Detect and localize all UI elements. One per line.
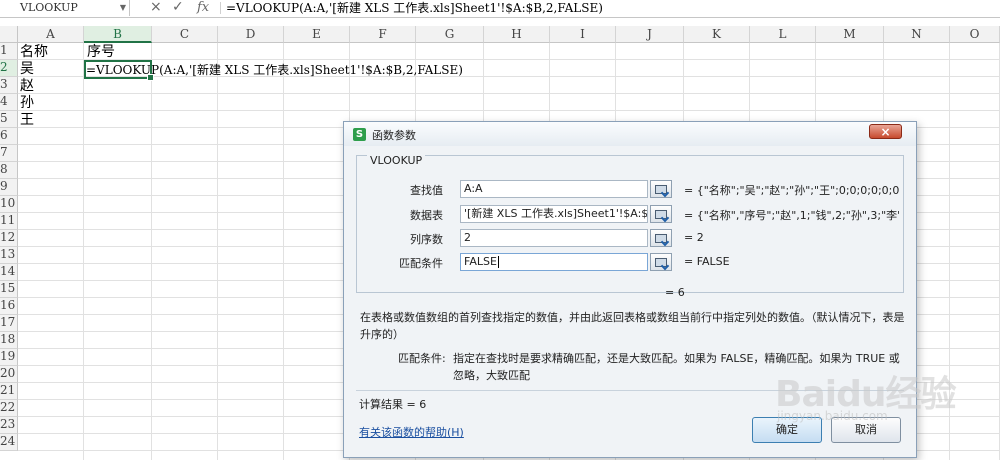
- gridline: [83, 43, 84, 460]
- divider: [356, 390, 904, 391]
- param-result-table-array: = {"名称","序号";"赵",1;"钱",2;"孙",3;"李",4;...: [684, 209, 899, 222]
- ok-button[interactable]: 确定: [752, 417, 822, 443]
- param-label-table-array: 数据表: [410, 209, 443, 222]
- param-result-lookup-value: = {"名称";"吴";"赵";"孙";"王";0;0;0;0;0;0;0...: [684, 184, 899, 197]
- cell-a5[interactable]: 王: [20, 112, 34, 128]
- gridline: [18, 110, 1000, 111]
- column-header-d[interactable]: D: [218, 26, 284, 43]
- param-input-lookup-value[interactable]: A:A: [460, 180, 648, 198]
- name-box-text: VLOOKUP: [20, 1, 78, 14]
- param-label-col-index: 列序数: [410, 233, 443, 246]
- name-box[interactable]: VLOOKUP ▼: [0, 0, 130, 16]
- column-header-g[interactable]: G: [416, 26, 484, 43]
- row-header-10[interactable]: 10: [0, 196, 18, 213]
- column-header-f[interactable]: F: [350, 26, 416, 43]
- param-description-text: 指定在查找时是要求精确匹配，还是大致匹配。如果为 FALSE，精确匹配。如果为 …: [453, 352, 900, 382]
- row-header-17[interactable]: 17: [0, 315, 18, 332]
- formula-separator: [220, 2, 221, 14]
- row-header-3[interactable]: 3: [0, 77, 18, 94]
- fx-icon[interactable]: fx: [197, 0, 209, 16]
- row-header-22[interactable]: 22: [0, 400, 18, 417]
- row-header-7[interactable]: 7: [0, 145, 18, 162]
- help-link[interactable]: 有关该函数的帮助(H): [359, 424, 464, 440]
- dialog-titlebar[interactable]: S 函数参数 ×: [344, 122, 916, 146]
- column-header-a[interactable]: A: [18, 26, 84, 43]
- range-select-icon[interactable]: [650, 253, 672, 271]
- param-result-col-index: = 2: [684, 231, 704, 244]
- row-header-20[interactable]: 20: [0, 366, 18, 383]
- row-header-18[interactable]: 18: [0, 332, 18, 349]
- param-input-table-array[interactable]: '[新建 XLS 工作表.xls]Sheet1'!$A:$B: [460, 205, 648, 223]
- row-header-8[interactable]: 8: [0, 162, 18, 179]
- column-header-i[interactable]: I: [550, 26, 616, 43]
- row-header-11[interactable]: 11: [0, 213, 18, 230]
- row-header-16[interactable]: 16: [0, 298, 18, 315]
- gridline: [18, 93, 1000, 94]
- row-header-5[interactable]: 5: [0, 111, 18, 128]
- formula-bar: VLOOKUP ▼ × ✓ fx =VLOOKUP(A:A,'[新建 XLS 工…: [0, 0, 1000, 18]
- column-header-n[interactable]: N: [884, 26, 950, 43]
- gridline: [18, 59, 1000, 60]
- row-header-24[interactable]: 24: [0, 434, 18, 451]
- gridline: [217, 43, 218, 460]
- row-header-4[interactable]: 4: [0, 94, 18, 111]
- range-lookup-value: FALSE: [464, 255, 497, 268]
- row-header-19[interactable]: 19: [0, 349, 18, 366]
- cell-b1[interactable]: 序号: [87, 44, 115, 60]
- gridline: [151, 43, 152, 460]
- wps-logo-icon: S: [353, 128, 366, 141]
- function-arguments-dialog: S 函数参数 × VLOOKUP 查找值 A:A = {"名称";"吴";"赵"…: [343, 121, 917, 458]
- cell-a3[interactable]: 赵: [20, 78, 34, 94]
- row-header-2[interactable]: 2: [0, 60, 18, 77]
- param-label-lookup-value: 查找值: [410, 184, 443, 197]
- param-label-range-lookup: 匹配条件: [399, 257, 443, 270]
- calc-result: 计算结果 = 6: [359, 398, 427, 411]
- enter-icon[interactable]: ✓: [172, 0, 184, 16]
- select-all-corner[interactable]: [0, 26, 18, 43]
- range-select-icon[interactable]: [650, 205, 672, 223]
- column-header-k[interactable]: K: [684, 26, 750, 43]
- row-header-13[interactable]: 13: [0, 247, 18, 264]
- cell-a1[interactable]: 名称: [20, 44, 48, 60]
- formula-input[interactable]: =VLOOKUP(A:A,'[新建 XLS 工作表.xls]Sheet1'!$A…: [226, 0, 603, 16]
- column-header-m[interactable]: M: [816, 26, 884, 43]
- params-group: VLOOKUP 查找值 A:A = {"名称";"吴";"赵";"孙";"王";…: [356, 154, 904, 293]
- dialog-title: 函数参数: [372, 129, 416, 142]
- param-input-range-lookup[interactable]: FALSE: [460, 253, 648, 271]
- column-header-o[interactable]: O: [950, 26, 1000, 43]
- cell-a2[interactable]: 吴: [20, 61, 34, 77]
- row-header-14[interactable]: 14: [0, 264, 18, 281]
- row-header-12[interactable]: 12: [0, 230, 18, 247]
- close-button[interactable]: ×: [869, 124, 902, 139]
- chevron-down-icon[interactable]: ▼: [120, 0, 126, 16]
- formula-result-preview: = 6: [665, 286, 685, 299]
- row-header-1[interactable]: 1: [0, 43, 18, 60]
- range-select-icon[interactable]: [650, 229, 672, 247]
- cancel-button[interactable]: 取消: [831, 417, 901, 443]
- param-result-range-lookup: = FALSE: [684, 255, 730, 268]
- gridline: [949, 43, 950, 460]
- column-header-e[interactable]: E: [284, 26, 350, 43]
- function-description: 在表格或数值数组的首列查找指定的数值，并由此返回表格或数组当前行中指定列处的数值…: [360, 311, 905, 341]
- column-header-b[interactable]: B: [84, 26, 152, 43]
- gridline: [283, 43, 284, 460]
- column-header-j[interactable]: J: [616, 26, 684, 43]
- param-input-col-index[interactable]: 2: [460, 229, 648, 247]
- column-header-l[interactable]: L: [750, 26, 816, 43]
- text-caret: [497, 256, 499, 268]
- row-header-9[interactable]: 9: [0, 179, 18, 196]
- column-header-h[interactable]: H: [484, 26, 550, 43]
- column-header-c[interactable]: C: [152, 26, 218, 43]
- function-name: VLOOKUP: [367, 154, 426, 167]
- row-header-6[interactable]: 6: [0, 128, 18, 145]
- cell-b2[interactable]: =VLOOKUP(A:A,'[新建 XLS 工作表.xls]Sheet1'!$A…: [86, 62, 463, 78]
- row-header-15[interactable]: 15: [0, 281, 18, 298]
- cancel-icon[interactable]: ×: [150, 0, 162, 16]
- row-header-21[interactable]: 21: [0, 383, 18, 400]
- cell-a4[interactable]: 孙: [20, 95, 34, 111]
- range-select-icon[interactable]: [650, 180, 672, 198]
- param-description-label: 匹配条件:: [398, 352, 446, 365]
- row-header-23[interactable]: 23: [0, 417, 18, 434]
